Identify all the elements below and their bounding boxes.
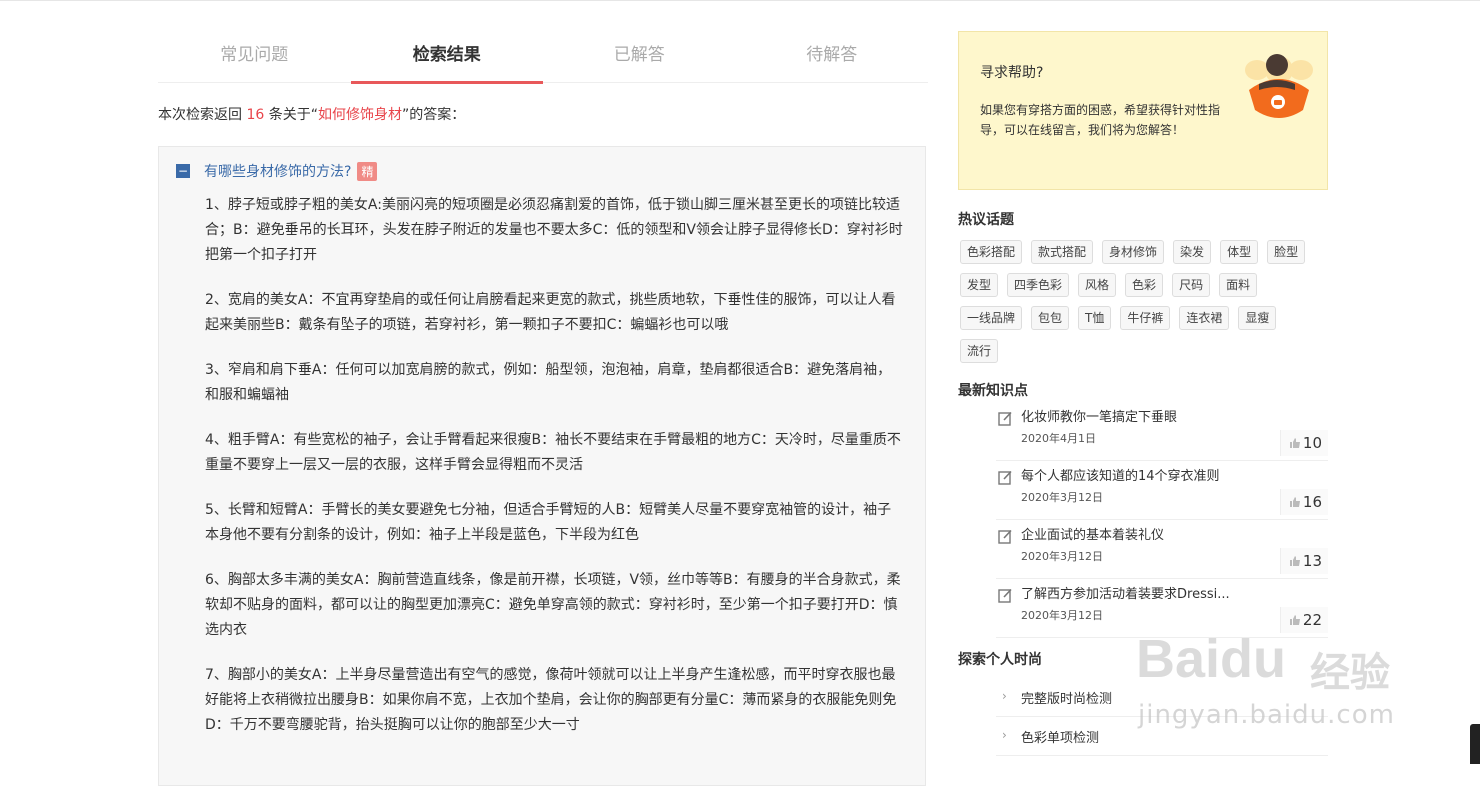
thumbs-up-icon: [1289, 438, 1300, 448]
explore-title: 探索个人时尚: [958, 652, 1042, 668]
chevron-right-icon: ›: [1002, 689, 1007, 703]
watermark-logo: Baidu: [1136, 629, 1287, 689]
help-title: 寻求帮助?: [980, 65, 1044, 81]
knowledge-item[interactable]: 企业面试的基本着装礼仪 2020年3月12日 13: [996, 520, 1328, 579]
like-count: 16: [1302, 493, 1322, 511]
thumbs-up-icon: [1289, 497, 1300, 507]
summary-prefix: 本次检索返回: [158, 107, 242, 123]
answer-paragraph: 4、粗手臂A：有些宽松的袖子，会让手臂看起来很瘦B：袖长不要结束在手臂最粗的地方…: [205, 432, 901, 473]
edit-icon: [998, 411, 1012, 426]
topic-tag[interactable]: 款式搭配: [1031, 240, 1094, 264]
like-button[interactable]: 13: [1280, 548, 1328, 574]
tab-faq[interactable]: 常见问题: [158, 30, 351, 82]
search-summary: 本次检索返回 16 条关于“如何修饰身材”的答案：: [158, 104, 465, 124]
knowledge-item[interactable]: 化妆师教你一笔搞定下垂眼 2020年4月1日 10: [996, 402, 1328, 461]
topic-tag[interactable]: 发型: [960, 273, 999, 297]
topic-tag[interactable]: T恤: [1078, 306, 1112, 330]
knowledge-title-link[interactable]: 企业面试的基本着装礼仪: [1021, 524, 1164, 543]
knowledge-date: 2020年3月12日: [1021, 609, 1103, 622]
chevron-right-icon: ›: [1002, 728, 1007, 742]
topic-tag[interactable]: 色彩搭配: [960, 240, 1023, 264]
answer-paragraph: 7、胸部小的美女A：上半身尽量营造出有空气的感觉，像荷叶领就可以让上半身产生逢松…: [205, 667, 897, 733]
tab-answered[interactable]: 已解答: [543, 30, 736, 82]
topic-tag[interactable]: 染发: [1173, 240, 1212, 264]
knowledge-title-link[interactable]: 了解西方参加活动着装要求Dressi...: [1021, 583, 1230, 602]
tab-search-results[interactable]: 检索结果: [350, 30, 544, 84]
edit-icon: [998, 588, 1012, 603]
knowledge-date: 2020年4月1日: [1021, 432, 1096, 445]
answer-list: 1、脖子短或脖子粗的美女A:美丽闪亮的短项圈是必须忍痛割爱的首饰，低于锁山脚三厘…: [205, 193, 905, 758]
topic-tag[interactable]: 体型: [1220, 240, 1259, 264]
like-button[interactable]: 16: [1280, 489, 1328, 515]
edit-icon: [998, 470, 1012, 485]
watermark-url: jingyan.baidu.com: [1138, 700, 1395, 730]
knowledge-item[interactable]: 每个人都应该知道的14个穿衣准则 2020年3月12日 16: [996, 461, 1328, 520]
customer-service-icon: [1245, 54, 1313, 118]
topic-tag[interactable]: 连衣裙: [1179, 306, 1230, 330]
watermark-logo-cn: 经验: [1310, 650, 1390, 696]
topic-tag[interactable]: 尺码: [1172, 273, 1211, 297]
knowledge-date: 2020年3月12日: [1021, 491, 1103, 504]
explore-item-label: 完整版时尚检测: [1021, 692, 1113, 707]
summary-middle: 条关于“: [268, 107, 318, 123]
knowledge-date: 2020年3月12日: [1021, 550, 1103, 563]
search-keyword: 如何修饰身材: [318, 107, 402, 123]
help-text: 如果您有穿搭方面的困惑，希望获得针对性指导，可以在线留言，我们将为您解答！: [980, 103, 1221, 137]
hot-topics-title: 热议话题: [958, 212, 1014, 228]
thumbs-up-icon: [1289, 615, 1300, 625]
tab-pending[interactable]: 待解答: [736, 30, 929, 82]
topic-tag[interactable]: 流行: [960, 339, 999, 363]
hot-topics-tags: 色彩搭配 款式搭配 身材修饰 染发 体型 脸型 发型 四季色彩 风格 色彩 尺码…: [960, 240, 1330, 372]
knowledge-title-link[interactable]: 每个人都应该知道的14个穿衣准则: [1021, 465, 1220, 484]
help-box[interactable]: 寻求帮助? 如果您有穿搭方面的困惑，希望获得针对性指导，可以在线留言，我们将为您…: [958, 31, 1328, 190]
question-header: − 有哪些身材修饰的方法? 精: [176, 161, 378, 181]
scrollbar-thumb[interactable]: [1470, 724, 1480, 764]
topic-tag[interactable]: 四季色彩: [1007, 273, 1070, 297]
summary-suffix: ”的答案：: [402, 107, 466, 123]
featured-badge: 精: [357, 161, 378, 181]
topic-tag[interactable]: 一线品牌: [960, 306, 1023, 330]
answer-paragraph: 5、长臂和短臂A：手臂长的美女要避免七分袖，但适合手臂短的人B：短臂美人尽量不要…: [205, 502, 892, 543]
topic-tag[interactable]: 风格: [1078, 273, 1117, 297]
result-count: 16: [246, 107, 265, 123]
like-count: 22: [1302, 611, 1322, 629]
knowledge-title-link[interactable]: 化妆师教你一笔搞定下垂眼: [1021, 406, 1177, 425]
explore-item-label: 色彩单项检测: [1021, 731, 1100, 746]
tab-bar: 常见问题 检索结果 已解答 待解答: [158, 30, 929, 84]
thumbs-up-icon: [1289, 556, 1300, 566]
answer-paragraph: 6、胸部太多丰满的美女A：胸前营造直线条，像是前开襟，长项链，V领，丝巾等等B：…: [205, 572, 901, 638]
knowledge-list: 化妆师教你一笔搞定下垂眼 2020年4月1日 10 每个人都应该知道的14个穿衣…: [996, 402, 1328, 638]
like-count: 13: [1302, 552, 1322, 570]
topic-tag[interactable]: 身材修饰: [1102, 240, 1165, 264]
edit-icon: [998, 529, 1012, 544]
like-button[interactable]: 22: [1280, 607, 1328, 633]
topic-tag[interactable]: 包包: [1031, 306, 1070, 330]
topic-tag[interactable]: 色彩: [1125, 273, 1164, 297]
collapse-toggle-icon[interactable]: −: [176, 164, 190, 178]
knowledge-title: 最新知识点: [958, 383, 1028, 399]
answer-paragraph: 2、宽肩的美女A：不宜再穿垫肩的或任何让肩膀看起来更宽的款式，挑些质地软，下垂性…: [205, 292, 896, 333]
topic-tag[interactable]: 显瘦: [1238, 306, 1277, 330]
top-divider: [0, 0, 1480, 1]
answer-paragraph: 3、窄肩和肩下垂A：任何可以加宽肩膀的款式，例如：船型领，泡泡袖，肩章，垫肩都很…: [205, 362, 892, 403]
topic-tag[interactable]: 脸型: [1267, 240, 1306, 264]
like-button[interactable]: 10: [1280, 430, 1328, 456]
answer-paragraph: 1、脖子短或脖子粗的美女A:美丽闪亮的短项圈是必须忍痛割爱的首饰，低于锁山脚三厘…: [205, 197, 903, 263]
topic-tag[interactable]: 牛仔裤: [1120, 306, 1171, 330]
like-count: 10: [1302, 434, 1322, 452]
topic-tag[interactable]: 面料: [1219, 273, 1258, 297]
question-card: − 有哪些身材修饰的方法? 精 1、脖子短或脖子粗的美女A:美丽闪亮的短项圈是必…: [158, 146, 926, 786]
question-title[interactable]: 有哪些身材修饰的方法?: [204, 161, 351, 181]
